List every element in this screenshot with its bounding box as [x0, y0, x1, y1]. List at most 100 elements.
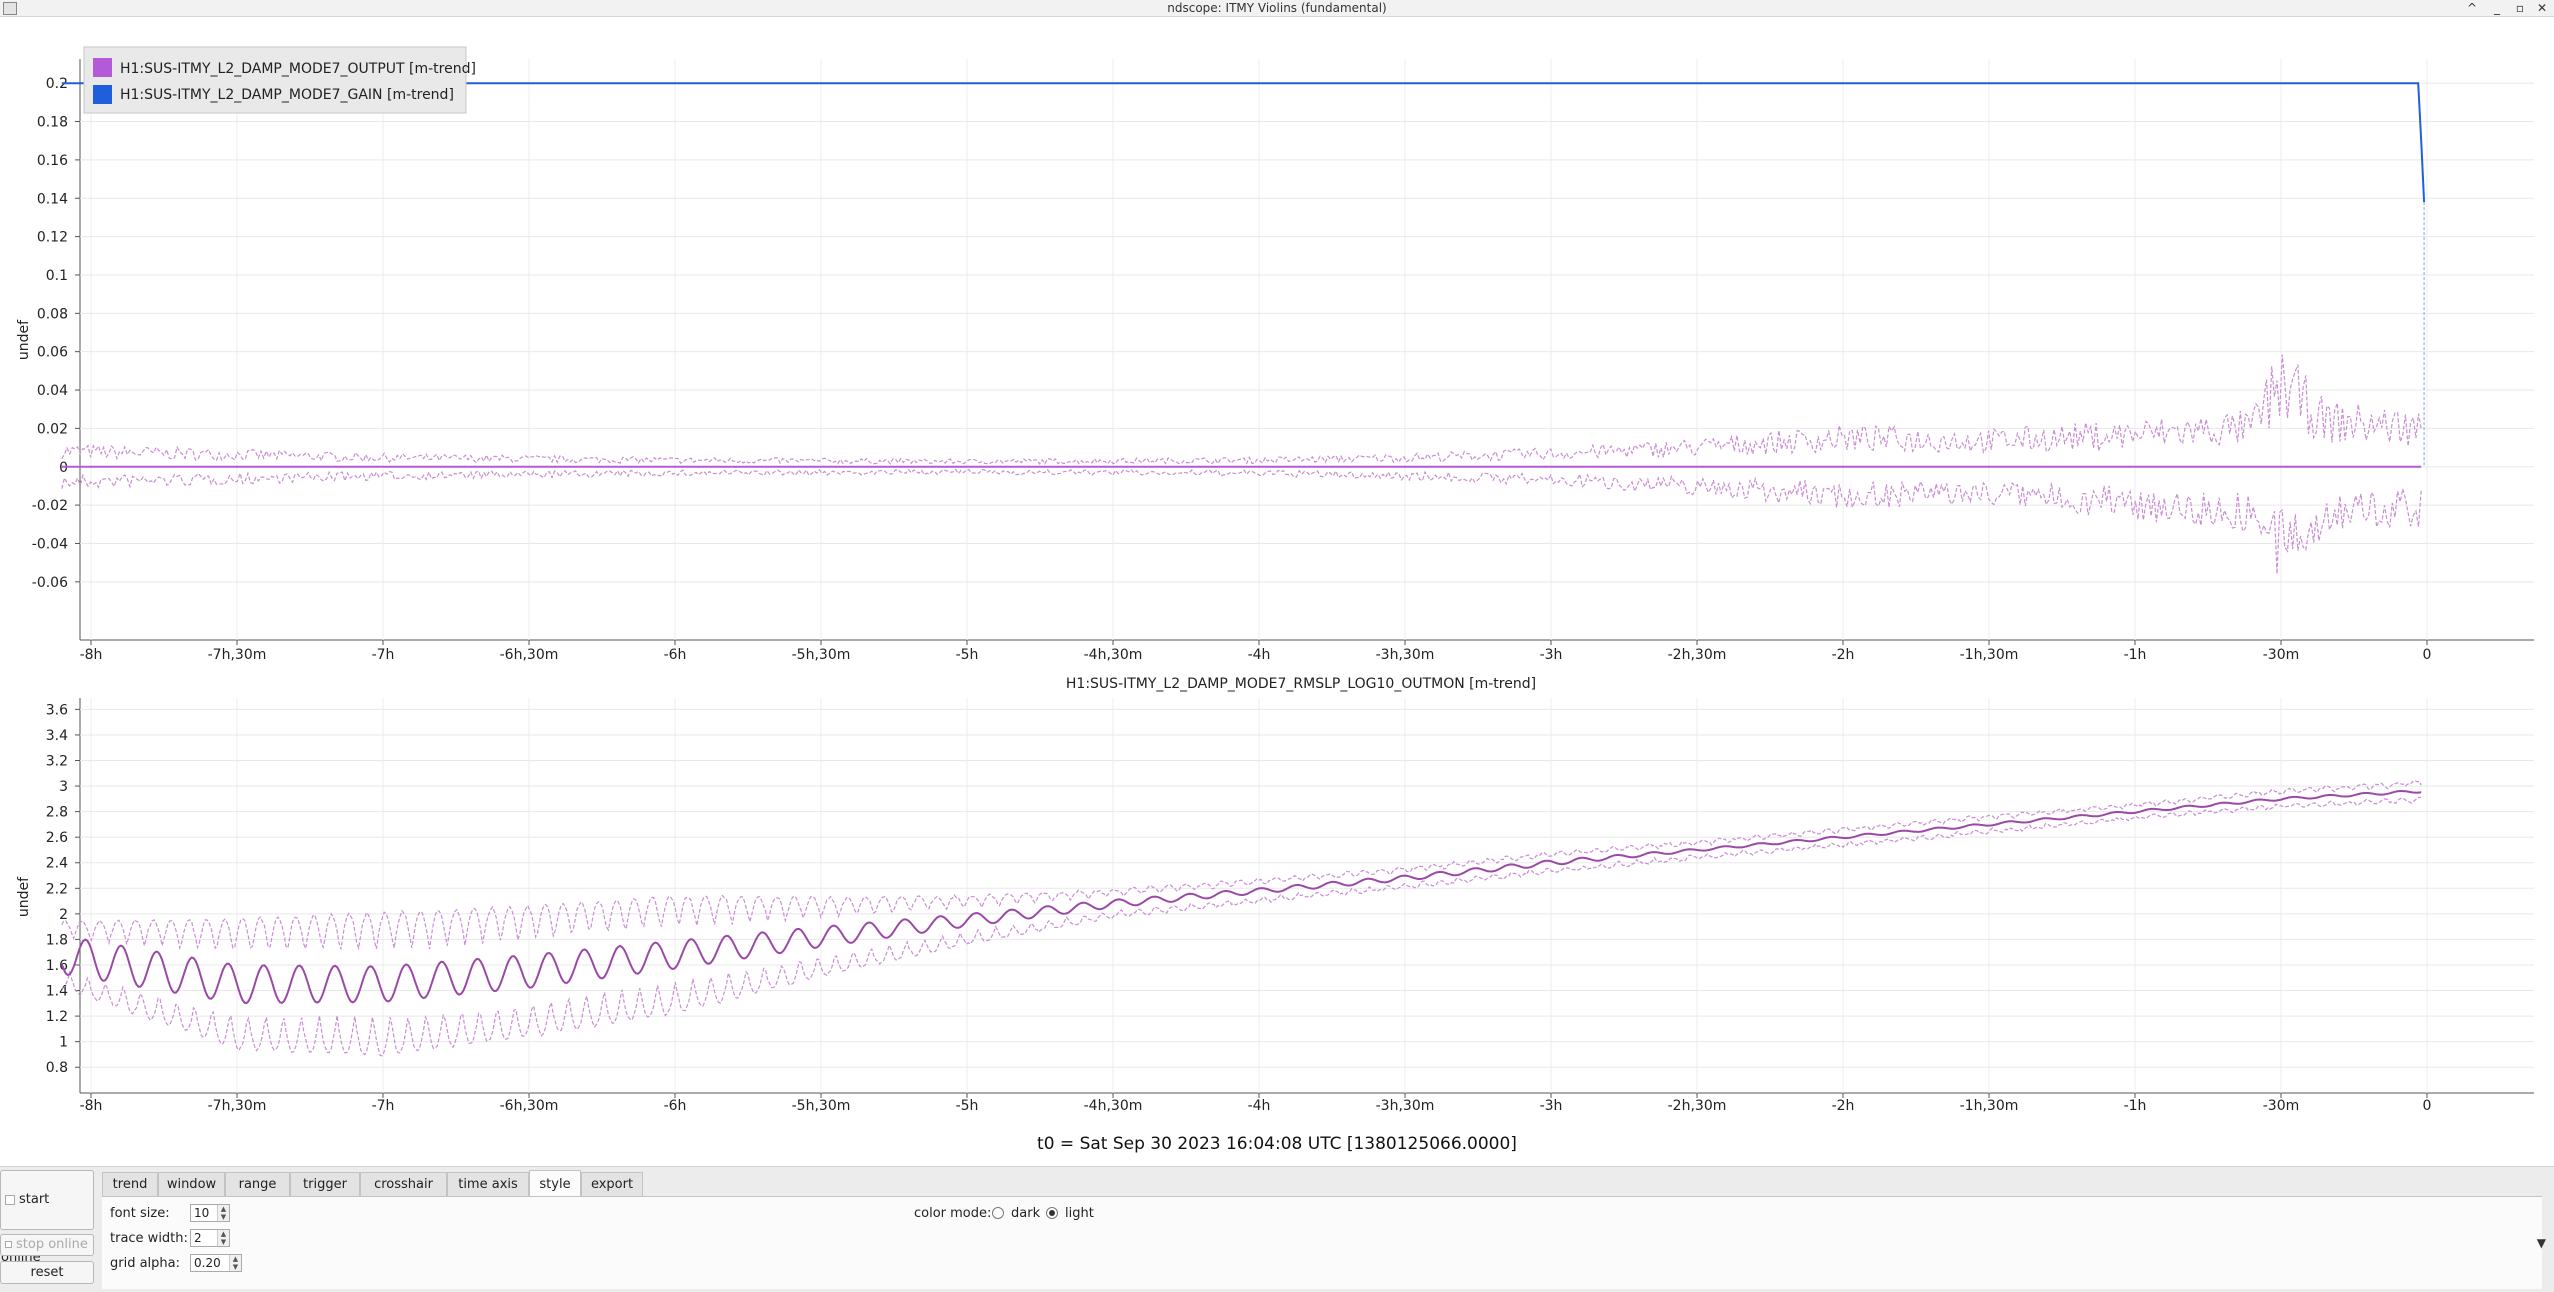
tab-range[interactable]: range — [225, 1172, 290, 1196]
rms-mean-trace — [60, 789, 2422, 1005]
plot2-grid — [80, 698, 2534, 1093]
plot-rms[interactable]: H1:SUS-ITMY_L2_DAMP_MODE7_RMSLP_LOG10_OU… — [16, 676, 2534, 1114]
trace-width-label: trace width: — [110, 1231, 188, 1246]
y-tick-label: 2.8 — [46, 805, 68, 821]
y-tick-label: 1.4 — [46, 984, 68, 1000]
grid-alpha-spinbox[interactable]: 0.20 ▲ ▼ — [190, 1254, 242, 1272]
chevron-down-icon[interactable]: ▼ — [2537, 1236, 2546, 1250]
x-tick-label: -6h,30m — [500, 647, 559, 663]
x-tick-label: -5h — [956, 647, 979, 663]
x-tick-label: -1h,30m — [1960, 647, 2019, 663]
legend-swatch-gain — [93, 85, 112, 104]
trace-width-value: 2 — [194, 1231, 202, 1245]
spin-arrows-icon[interactable]: ▲ ▼ — [229, 1255, 241, 1271]
plot2-y-ticks: 3.63.43.232.82.62.42.221.81.61.41.210.8 — [46, 702, 80, 1076]
tab-trend[interactable]: trend — [102, 1172, 158, 1196]
grid-alpha-value: 0.20 — [194, 1256, 221, 1270]
plot-output-gain[interactable]: 0.20.180.160.140.120.10.080.060.040.020-… — [16, 46, 2534, 663]
tab-window[interactable]: window — [158, 1172, 225, 1196]
x-tick-label: -7h,30m — [208, 1098, 267, 1114]
plot1-legend[interactable]: H1:SUS-ITMY_L2_DAMP_MODE7_OUTPUT [m-tren… — [83, 46, 476, 114]
stop-online-button: stop online — [0, 1234, 94, 1256]
spin-arrows-icon[interactable]: ▲ ▼ — [217, 1205, 229, 1221]
x-tick-label: -7h — [372, 647, 395, 663]
plot2-y-label: undef — [16, 876, 32, 917]
stop-indicator-icon — [5, 1241, 12, 1248]
x-tick-label: 0 — [2423, 1098, 2432, 1114]
plot2-x-ticks: -8h -7h,30m -7h -6h,30m -6h -5h,30m -5h -4h,30m… — [80, 1093, 2432, 1114]
restore-icon[interactable]: ▫ — [2511, 0, 2529, 16]
y-tick-label: 2.2 — [46, 881, 68, 897]
dark-radio[interactable] — [992, 1207, 1004, 1219]
y-tick-label: 3.2 — [46, 754, 68, 770]
legend-swatch-output — [93, 58, 112, 77]
plot2-traces — [60, 780, 2422, 1057]
tab-crosshair[interactable]: crosshair — [360, 1172, 447, 1196]
plot1-x-ticks: -8h -7h,30m -7h -6h,30m -6h -5h,30m -5h -4h,30m… — [80, 640, 2432, 663]
output-min-trace — [61, 468, 2422, 575]
y-tick-label: 0.06 — [37, 345, 68, 361]
x-tick-label: -2h — [1832, 1098, 1855, 1114]
x-tick-label: -6h — [664, 1098, 687, 1114]
x-tick-label: -1h,30m — [1960, 1098, 2019, 1114]
start-online-button[interactable]: start online — [0, 1170, 94, 1265]
color-mode-label: color mode: — [914, 1206, 992, 1221]
minimize-icon[interactable]: _ — [2488, 0, 2506, 16]
y-tick-label: 0.12 — [37, 230, 68, 246]
x-tick-label: -30m — [2263, 1098, 2300, 1114]
x-tick-label: -3h,30m — [1376, 1098, 1435, 1114]
x-tick-label: -2h,30m — [1668, 647, 1727, 663]
tab-time-axis[interactable]: time axis — [447, 1172, 529, 1196]
close-icon[interactable]: ✕ — [2533, 0, 2551, 16]
y-tick-label: 3.4 — [46, 728, 68, 744]
y-tick-label: 0.8 — [46, 1060, 68, 1076]
x-tick-label: -4h,30m — [1084, 1098, 1143, 1114]
x-tick-label: -4h,30m — [1084, 647, 1143, 663]
y-tick-label: 2 — [59, 907, 68, 923]
x-tick-label: -6h,30m — [500, 1098, 559, 1114]
x-tick-label: -4h — [1248, 1098, 1271, 1114]
font-size-value: 10 — [194, 1206, 210, 1220]
x-tick-label: 0 — [2423, 647, 2432, 663]
y-tick-label: 0.08 — [37, 306, 68, 322]
maximize-up-icon[interactable]: ^ — [2463, 0, 2481, 16]
y-tick-label: -0.04 — [32, 536, 68, 552]
x-tick-label: -7h,30m — [208, 647, 267, 663]
x-tick-label: -8h — [80, 1098, 103, 1114]
reset-button[interactable]: reset — [0, 1261, 94, 1284]
y-tick-label: 0.04 — [37, 383, 68, 399]
plot-area[interactable]: 0.20.180.160.140.120.10.080.060.040.020-… — [0, 17, 2554, 1127]
spin-arrows-icon[interactable]: ▲ ▼ — [217, 1230, 229, 1246]
tab-export[interactable]: export — [581, 1172, 643, 1196]
x-tick-label: -3h — [1540, 647, 1563, 663]
x-tick-label: -1h — [2124, 647, 2147, 663]
light-radio[interactable] — [1046, 1207, 1058, 1219]
window-titlebar: ndscope: ITMY Violins (fundamental) ^ _ … — [0, 0, 2554, 17]
output-max-trace — [61, 354, 2422, 465]
y-tick-label: 0.18 — [37, 115, 68, 131]
x-tick-label: -7h — [372, 1098, 395, 1114]
y-tick-label: 0.16 — [37, 153, 68, 169]
x-tick-label: -8h — [80, 647, 103, 663]
plot1-traces — [61, 82, 2426, 575]
start-indicator-icon — [5, 1194, 15, 1205]
trace-width-spinbox[interactable]: 2 ▲ ▼ — [190, 1229, 230, 1247]
grid-alpha-label: grid alpha: — [110, 1256, 181, 1271]
dark-label: dark — [1011, 1206, 1041, 1221]
x-tick-label: -1h — [2124, 1098, 2147, 1114]
plot1-y-ticks: 0.20.180.160.140.120.10.080.060.040.020-… — [32, 76, 80, 591]
y-tick-label: 0.1 — [46, 268, 68, 284]
font-size-spinbox[interactable]: 10 ▲ ▼ — [190, 1204, 230, 1222]
tab-style[interactable]: style — [529, 1170, 581, 1196]
y-tick-label: 3.6 — [46, 702, 68, 718]
x-tick-label: -3h — [1540, 1098, 1563, 1114]
tab-trigger[interactable]: trigger — [290, 1172, 360, 1196]
x-tick-label: -6h — [664, 647, 687, 663]
style-tab-content — [102, 1196, 2542, 1289]
x-tick-label: -5h,30m — [792, 1098, 851, 1114]
t0-label: t0 = Sat Sep 30 2023 16:04:08 UTC [13801… — [1037, 1134, 1517, 1154]
x-tick-label: -5h — [956, 1098, 979, 1114]
y-tick-label: 2.6 — [46, 830, 68, 846]
y-tick-label: 1.2 — [46, 1009, 68, 1025]
x-tick-label: -2h,30m — [1668, 1098, 1727, 1114]
